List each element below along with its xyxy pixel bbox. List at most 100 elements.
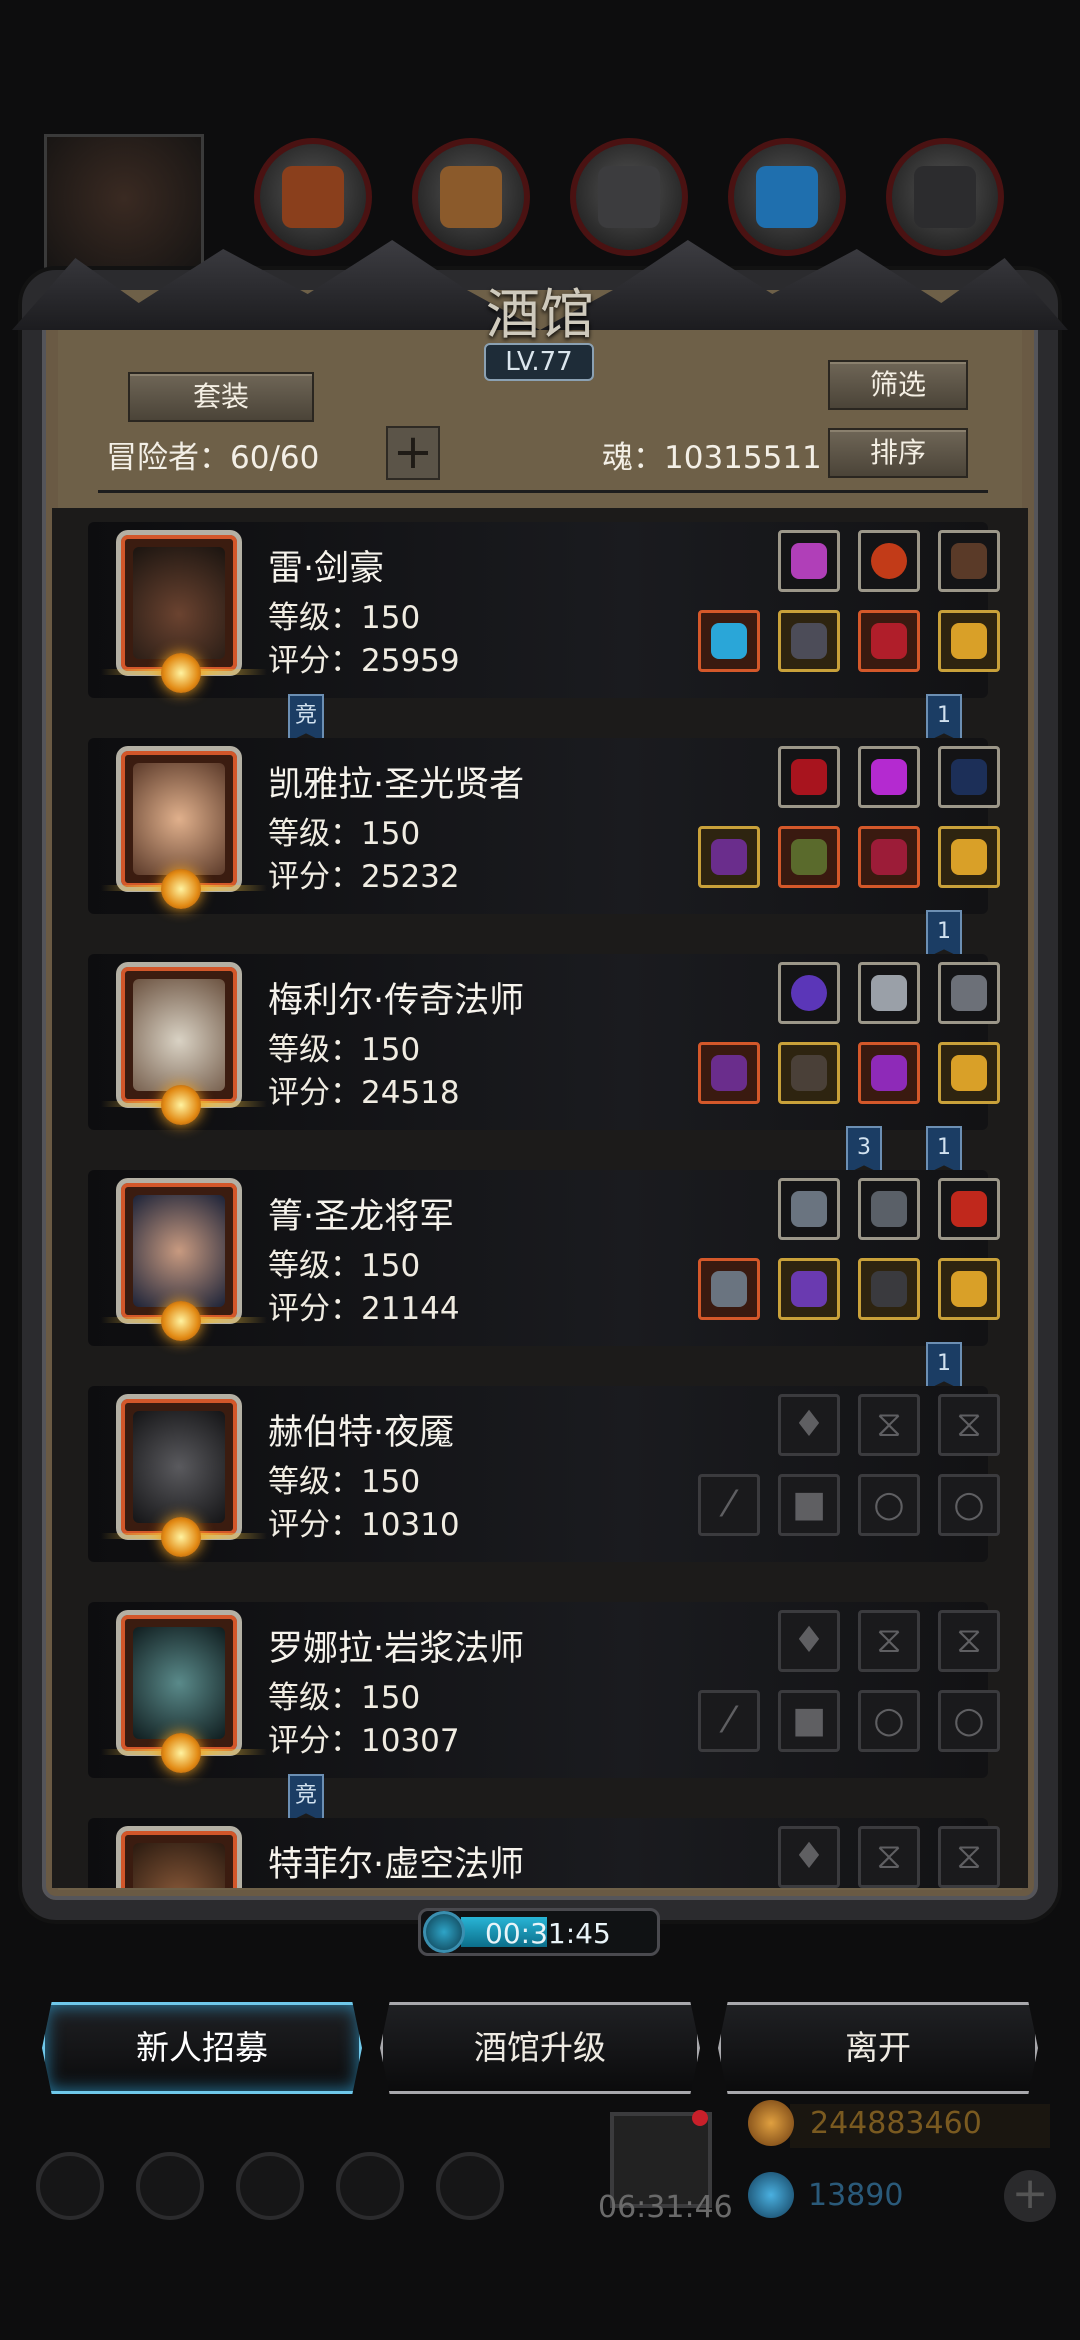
equip-slot[interactable] [698, 826, 760, 888]
equip-slot[interactable] [698, 1042, 760, 1104]
upgrade-tavern-button[interactable]: 酒馆升级 [380, 2002, 700, 2094]
star-icon [161, 1517, 201, 1557]
gift-timer: 06:31:46 [598, 2190, 733, 2225]
empty-slot-ring-icon[interactable]: ○ [938, 1474, 1000, 1536]
empty-slot-flame-icon[interactable]: ♦ [778, 1826, 840, 1888]
star-icon [161, 869, 201, 909]
hero-portrait [101, 746, 267, 909]
empty-slot-rune-icon[interactable]: ⧖ [858, 1394, 920, 1456]
hero-portrait [101, 530, 267, 693]
rank-tag: 1 [926, 1342, 962, 1390]
hero-card[interactable]: 凯雅拉·圣光贤者 等级：150 评分：25232 [88, 738, 1000, 914]
equip-slot[interactable] [858, 826, 920, 888]
resource-wood-icon [412, 138, 530, 256]
hero-level: 等级：150 [268, 1464, 421, 1500]
empty-slot-staff-icon[interactable]: ⁄ [698, 1690, 760, 1752]
empty-slot-flame-icon[interactable]: ♦ [778, 1394, 840, 1456]
filter-button[interactable]: 筛选 [828, 360, 968, 410]
equip-slot[interactable] [778, 530, 840, 592]
hero-card[interactable]: 特菲尔·虚空法师 ♦ ⧖ ⧖ [88, 1818, 1000, 1888]
castle-menu-icon[interactable] [236, 2152, 304, 2220]
equip-slot[interactable] [778, 610, 840, 672]
equip-slot[interactable] [938, 1258, 1000, 1320]
equip-slot[interactable] [938, 530, 1000, 592]
empty-slot-armor-icon[interactable]: ■ [778, 1690, 840, 1752]
rank-tag: 1 [926, 1126, 962, 1174]
equip-slot[interactable] [938, 1178, 1000, 1240]
equip-slot[interactable] [858, 1258, 920, 1320]
recruit-button[interactable]: 新人招募 [42, 2002, 362, 2094]
equip-slot[interactable] [938, 962, 1000, 1024]
hero-card[interactable]: 梅利尔·传奇法师 等级：150 评分：24518 [88, 954, 1000, 1130]
equip-slot[interactable] [938, 1042, 1000, 1104]
hero-level: 等级：150 [268, 1032, 421, 1068]
equip-slot[interactable] [778, 962, 840, 1024]
clock-icon [423, 1911, 465, 1953]
equip-slot[interactable] [778, 1042, 840, 1104]
empty-slot-weapon-icon[interactable]: ⁄ [698, 1474, 760, 1536]
empty-slot-flame-icon[interactable]: ♦ [778, 1610, 840, 1672]
hero-score: 评分：10310 [268, 1507, 460, 1543]
empty-slot-rune-icon[interactable]: ⧖ [938, 1826, 1000, 1888]
map-menu-icon[interactable] [436, 2152, 504, 2220]
empty-slot-ring-icon[interactable]: ○ [938, 1690, 1000, 1752]
suit-button[interactable]: 套装 [128, 372, 314, 422]
equip-slot[interactable] [858, 610, 920, 672]
adventurer-count: 冒险者：60/60 [106, 440, 320, 476]
star-icon [161, 1301, 201, 1341]
settings-gear-icon[interactable] [36, 2152, 104, 2220]
empty-slot-rune-icon[interactable]: ⧖ [938, 1610, 1000, 1672]
empty-slot-armor-icon[interactable]: ■ [778, 1474, 840, 1536]
hero-menu-icon[interactable] [136, 2152, 204, 2220]
equip-slot[interactable] [858, 530, 920, 592]
equip-slot[interactable] [858, 1178, 920, 1240]
hero-level: 等级：150 [268, 1248, 421, 1284]
leave-button[interactable]: 离开 [718, 2002, 1038, 2094]
star-icon [161, 1733, 201, 1773]
hero-portrait [101, 1394, 267, 1557]
equip-slot[interactable] [778, 1178, 840, 1240]
mail-icon[interactable] [336, 2152, 404, 2220]
equip-slot[interactable] [938, 826, 1000, 888]
hero-portrait [101, 1178, 267, 1341]
resource-crystal-icon [728, 138, 846, 256]
empty-slot-ring-icon[interactable]: ○ [858, 1690, 920, 1752]
gem-icon [748, 2172, 794, 2218]
star-icon [161, 653, 201, 693]
hero-score: 评分：25232 [268, 859, 460, 895]
hero-card[interactable]: 罗娜拉·岩浆法师 等级：150 评分：10307 ♦ ⧖ ⧖ ⁄ ■ ○ ○ [88, 1602, 1000, 1778]
equip-slot[interactable] [778, 826, 840, 888]
hero-name: 赫伯特·夜魇 [268, 1413, 455, 1453]
hero-name: 雷·剑豪 [268, 549, 385, 589]
equip-slot[interactable] [698, 1258, 760, 1320]
equip-slot[interactable] [858, 962, 920, 1024]
equip-slot[interactable] [858, 1042, 920, 1104]
rank-tag: 1 [926, 694, 962, 742]
equip-slot[interactable] [938, 746, 1000, 808]
add-capacity-button[interactable]: + [386, 426, 440, 480]
empty-slot-rune-icon[interactable]: ⧖ [858, 1610, 920, 1672]
equip-slot[interactable] [698, 610, 760, 672]
equip-slot[interactable] [778, 746, 840, 808]
star-icon [161, 1085, 201, 1125]
resource-meat-icon [254, 138, 372, 256]
arena-tag: 竞 [288, 1774, 324, 1822]
hero-card[interactable]: 箐·圣龙将军 等级：150 评分：21144 [88, 1170, 1000, 1346]
gem-amount: 13890 [808, 2178, 904, 2213]
add-currency-button[interactable]: + [1004, 2170, 1056, 2222]
hero-card[interactable]: 雷·剑豪 等级：150 评分：25959 [88, 522, 1000, 698]
empty-slot-rune-icon[interactable]: ⧖ [858, 1826, 920, 1888]
equip-slot[interactable] [938, 610, 1000, 672]
equip-slot[interactable] [858, 746, 920, 808]
hero-score: 评分：21144 [268, 1291, 460, 1327]
empty-slot-rune-icon[interactable]: ⧖ [938, 1394, 1000, 1456]
hero-name: 凯雅拉·圣光贤者 [268, 765, 525, 805]
empty-slot-ring-icon[interactable]: ○ [858, 1474, 920, 1536]
hero-portrait [101, 1610, 267, 1773]
equip-slot[interactable] [778, 1258, 840, 1320]
tavern-panel: 酒馆 LV.77 套装 筛选 排序 冒险者：60/60 + 魂：10315511… [12, 240, 1068, 1920]
sort-button[interactable]: 排序 [828, 428, 968, 478]
soul-count: 魂：10315511 [602, 440, 822, 476]
hero-card[interactable]: 赫伯特·夜魇 等级：150 评分：10310 ♦ ⧖ ⧖ ⁄ ■ ○ ○ [88, 1386, 1000, 1562]
hero-list[interactable]: 雷·剑豪 等级：150 评分：25959 竞 1 凯雅拉·圣光贤者 等级：150… [52, 508, 1028, 1888]
